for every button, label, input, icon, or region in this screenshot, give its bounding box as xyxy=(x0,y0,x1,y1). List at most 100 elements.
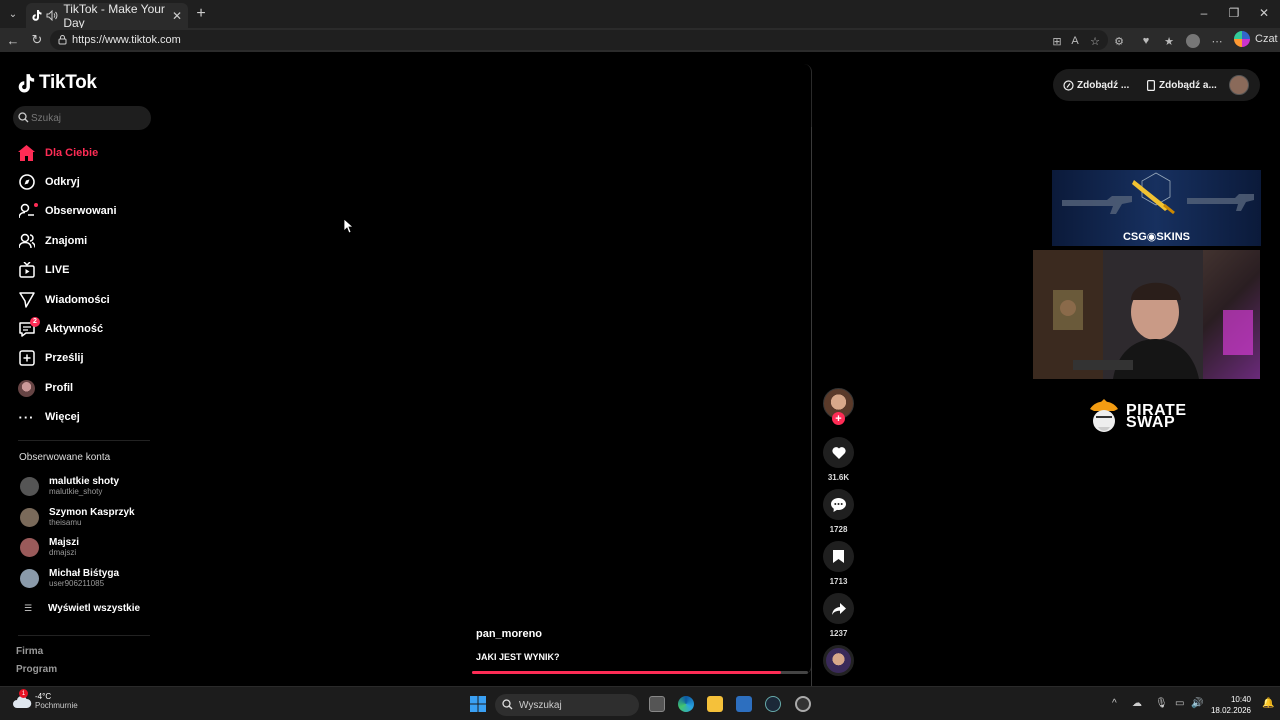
share-arrow-icon xyxy=(831,602,846,615)
video-progress-bar[interactable] xyxy=(472,671,808,674)
footer-link[interactable]: Program xyxy=(16,664,57,675)
heart-icon xyxy=(831,447,846,459)
onedrive-icon[interactable]: ☁ xyxy=(1132,698,1142,709)
settings-more-icon[interactable]: ⋯ xyxy=(1210,34,1224,48)
weather-widget[interactable]: 1 -4°C Pochmurnie xyxy=(12,689,78,710)
get-coins-button[interactable]: Zdobądź ... xyxy=(1063,80,1129,91)
tray-overflow-icon[interactable]: ^ xyxy=(1112,698,1117,709)
upload-icon xyxy=(18,350,35,367)
follow-plus-icon[interactable]: + xyxy=(832,412,845,425)
back-arrow-icon[interactable]: ← xyxy=(4,31,22,49)
taskbar-search[interactable]: Wyszukaj xyxy=(495,694,639,716)
browser-tab[interactable]: TikTok - Make Your Day ✕ xyxy=(26,2,188,30)
coin-icon xyxy=(1063,79,1074,91)
notifications-bell-icon[interactable]: 🔔 xyxy=(1262,698,1274,709)
activity-icon: 2 xyxy=(18,316,40,338)
app-icon[interactable] xyxy=(795,696,811,712)
minimize-icon[interactable]: – xyxy=(1194,6,1214,20)
user-avatar[interactable] xyxy=(1229,75,1249,95)
system-clock[interactable]: 10:40 18.02.2026 xyxy=(1205,694,1251,716)
task-view-icon[interactable] xyxy=(649,696,665,712)
show-all-accounts-button[interactable]: ☰ Wyświetl wszystkie xyxy=(24,603,140,614)
more-icon: ··· xyxy=(18,409,35,425)
windows-start-icon[interactable] xyxy=(470,696,486,712)
nav-upload[interactable]: Prześlij xyxy=(18,346,84,370)
nav-live[interactable]: LIVE xyxy=(18,258,69,282)
comment-button[interactable] xyxy=(823,489,854,520)
video-progress-fill xyxy=(472,671,782,674)
restore-icon[interactable]: ❐ xyxy=(1224,6,1244,20)
video-player[interactable] xyxy=(470,64,812,674)
brand-name: TikTok xyxy=(39,72,97,93)
nav-label: Profil xyxy=(45,382,74,394)
favorite-star-icon[interactable]: ☆ xyxy=(1088,34,1102,48)
nav-profile[interactable]: Profil xyxy=(18,376,73,400)
tab-actions-chevron-icon[interactable]: ⌄ xyxy=(0,0,26,28)
top-right-actions: Zdobądź ... Zdobądź a... xyxy=(1053,69,1260,101)
network-icon[interactable]: ▭ xyxy=(1175,698,1184,709)
streamer-webcam xyxy=(1033,250,1260,379)
window-close-icon[interactable]: ✕ xyxy=(1254,6,1274,20)
nav-more[interactable]: ··· Więcej xyxy=(18,405,80,429)
save-button[interactable] xyxy=(823,541,854,572)
steam-icon[interactable] xyxy=(765,696,781,712)
like-count: 31.6K xyxy=(827,473,850,482)
pirate-swap-logo: PIRATE SWAP xyxy=(1088,397,1186,437)
nav-activity[interactable]: 2 Aktywność xyxy=(18,316,103,341)
video-author[interactable]: pan_moreno xyxy=(476,628,542,640)
new-tab-plus-icon[interactable]: + xyxy=(193,5,209,23)
account-handle: malutkie_shoty xyxy=(49,487,103,496)
tab-audio-icon[interactable] xyxy=(46,10,58,22)
following-icon xyxy=(18,202,38,220)
file-explorer-icon[interactable] xyxy=(707,696,723,712)
tab-close-icon[interactable]: ✕ xyxy=(172,9,182,23)
tiktok-logo[interactable]: TikTok xyxy=(18,72,97,94)
browser-profile-avatar[interactable] xyxy=(1186,34,1200,48)
microphone-icon[interactable]: 🎙 xyxy=(1155,698,1168,709)
edge-browser-icon[interactable] xyxy=(678,696,694,712)
copilot-button[interactable]: Czat xyxy=(1234,31,1278,47)
favorites-icon[interactable]: ★ xyxy=(1162,34,1176,48)
search-input[interactable]: Szukaj xyxy=(13,106,151,130)
clock-date: 18.02.2026 xyxy=(1210,706,1251,715)
get-app-button[interactable]: Zdobądź a... xyxy=(1147,80,1217,91)
account-handle: user906211085 xyxy=(49,579,105,588)
translate-icon[interactable]: A xyxy=(1068,34,1082,48)
webcam-scene-graphic xyxy=(1033,250,1253,379)
live-icon xyxy=(18,262,35,279)
footer-link[interactable]: Firma xyxy=(16,646,43,657)
friends-icon xyxy=(18,233,35,250)
microsoft-store-icon[interactable] xyxy=(736,696,752,712)
nav-messages[interactable]: Wiadomości xyxy=(18,288,110,312)
followed-account[interactable]: Majszi dmajszi xyxy=(20,534,79,560)
browser-essentials-icon[interactable]: ♥ xyxy=(1139,34,1153,48)
nav-following[interactable]: Obserwowani xyxy=(18,199,117,223)
nav-for-you[interactable]: Dla Ciebie xyxy=(18,141,98,165)
compass-icon xyxy=(18,174,35,191)
show-all-label: Wyświetl wszystkie xyxy=(48,603,141,614)
nav-explore[interactable]: Odkryj xyxy=(18,170,80,194)
followed-account[interactable]: Szymon Kasprzyk theisamu xyxy=(20,504,135,530)
share-button[interactable] xyxy=(823,593,854,624)
bookmark-icon xyxy=(833,550,844,563)
site-info-icon[interactable] xyxy=(57,34,68,45)
nav-label: Odkryj xyxy=(45,176,80,188)
followed-account[interactable]: malutkie shoty malutkie_shoty xyxy=(20,473,119,499)
phone-icon xyxy=(1147,79,1155,91)
mouse-cursor-icon xyxy=(344,219,354,234)
like-button[interactable] xyxy=(823,437,854,468)
followed-account[interactable]: Michał Biśtyga user906211085 xyxy=(20,565,119,591)
extensions-icon[interactable]: ⚙ xyxy=(1112,34,1126,48)
nav-label: LIVE xyxy=(45,264,70,276)
tiktok-page: TikTok Szukaj Dla Ciebie Odkryj Obserwow… xyxy=(0,52,1280,686)
app-available-icon[interactable]: ⊞ xyxy=(1050,34,1064,48)
home-icon xyxy=(18,145,35,162)
account-avatar xyxy=(20,537,39,557)
volume-icon[interactable]: 🔊 xyxy=(1191,698,1203,709)
account-name: Michał Biśtyga xyxy=(49,568,120,579)
refresh-icon[interactable]: ↻ xyxy=(28,31,46,49)
url-text: https://www.tiktok.com xyxy=(72,34,181,46)
url-field[interactable]: https://www.tiktok.com xyxy=(50,30,1108,50)
nav-friends[interactable]: Znajomi xyxy=(18,229,87,253)
music-disc-avatar[interactable] xyxy=(823,645,854,676)
